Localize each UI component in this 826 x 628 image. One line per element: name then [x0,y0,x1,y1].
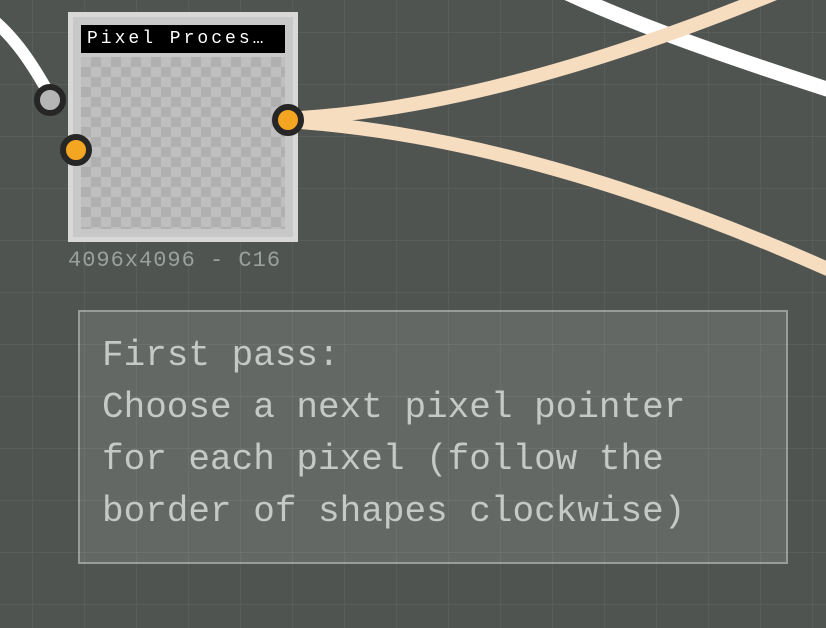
annotation-line: Choose a next pixel pointer [102,382,764,434]
output-port[interactable] [272,104,304,136]
node-title: Pixel Proces… [81,25,285,53]
edge-out-white [540,0,826,90]
edge-in-white [0,10,48,92]
pixel-processor-node[interactable]: Pixel Proces… [68,12,298,242]
edge-out-cream-upper [300,0,826,118]
node-preview-checker [81,57,285,229]
annotation-line: border of shapes clockwise) [102,486,764,538]
edge-out-cream-lower [300,122,826,270]
input-port-2[interactable] [60,134,92,166]
annotation-line: First pass: [102,330,764,382]
node-meta-label: 4096x4096 - C16 [68,248,281,273]
annotation-line: for each pixel (follow the [102,434,764,486]
input-port-1[interactable] [34,84,66,116]
graph-canvas[interactable]: Pixel Proces… 4096x4096 - C16 First pass… [0,0,826,628]
annotation-box[interactable]: First pass: Choose a next pixel pointer … [78,310,788,564]
